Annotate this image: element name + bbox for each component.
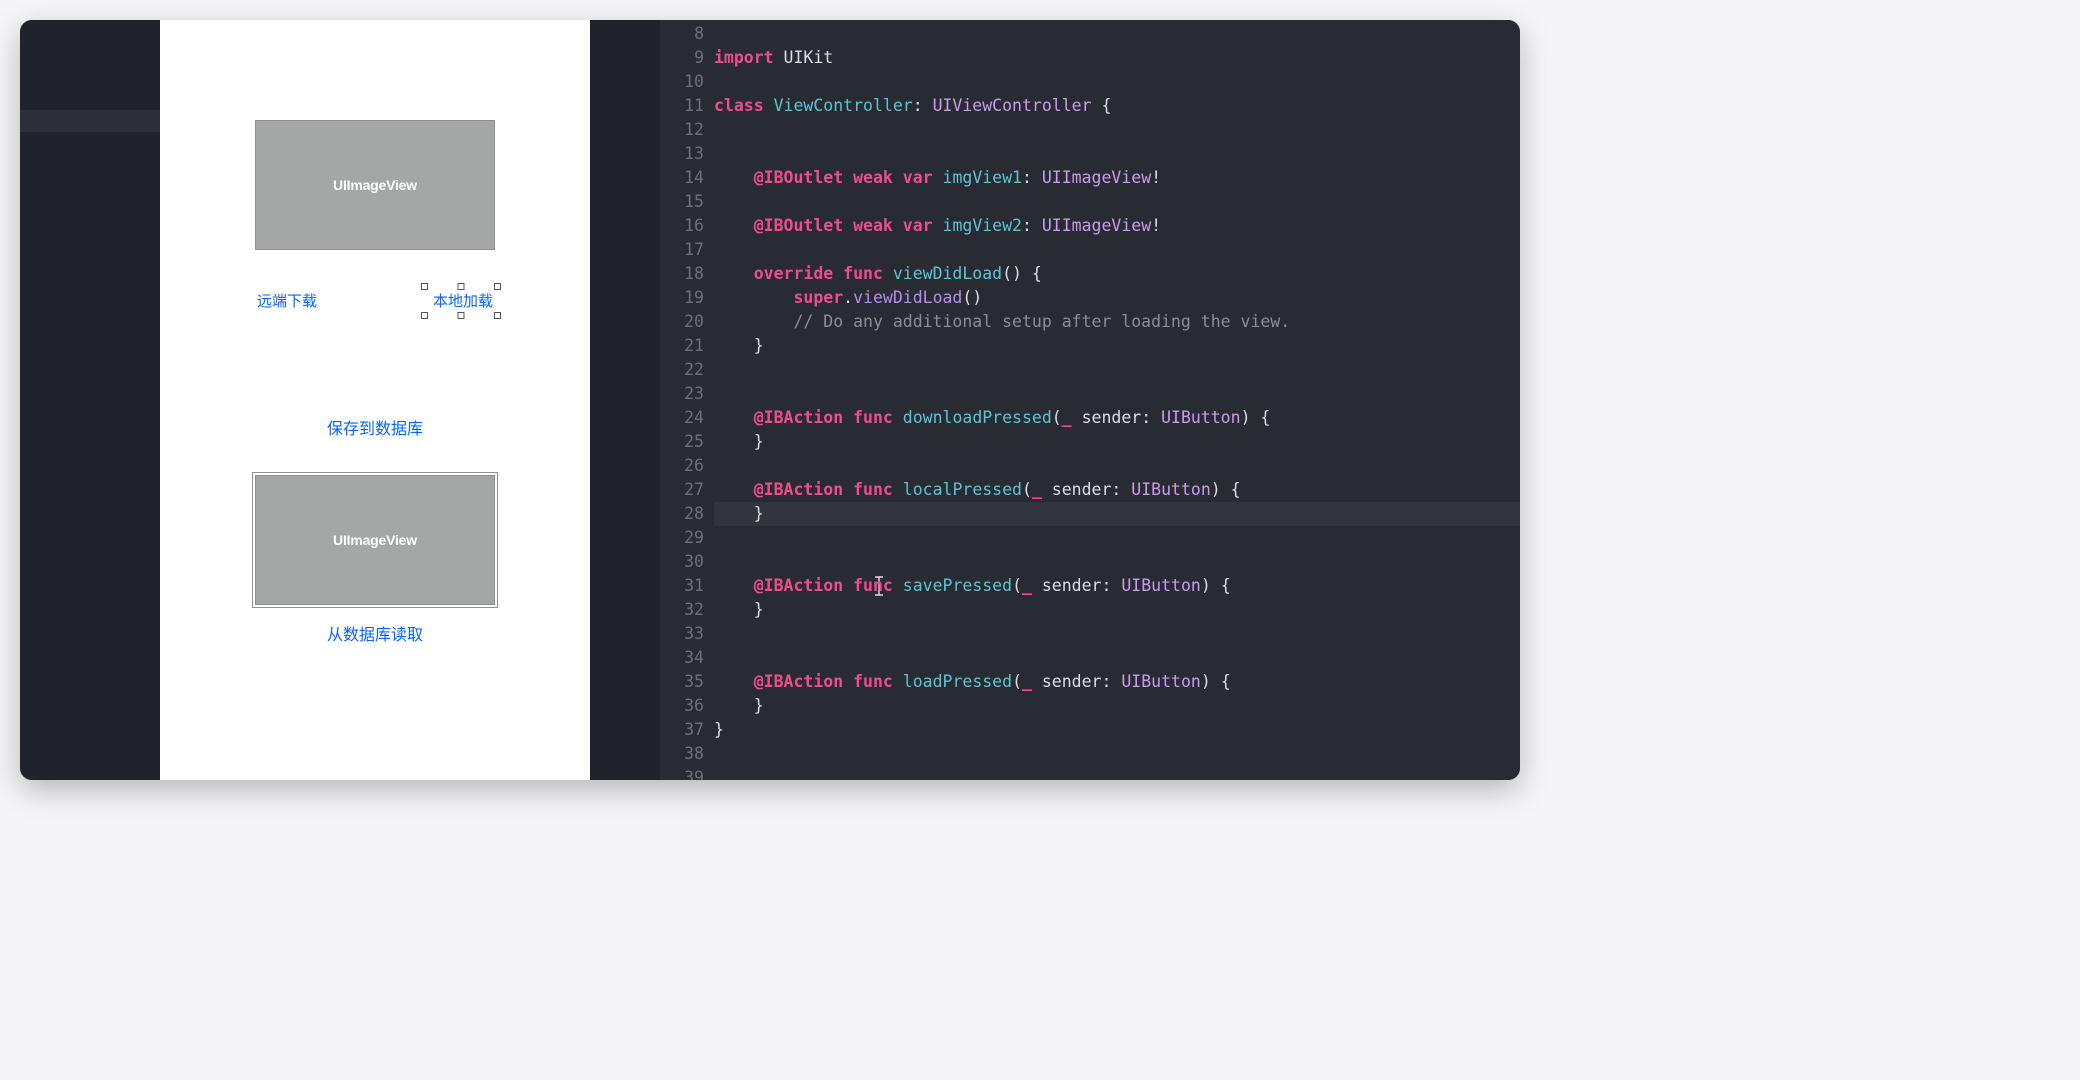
- line-number[interactable]: 34: [660, 646, 704, 670]
- line-number[interactable]: 15: [660, 190, 704, 214]
- line-number[interactable]: 25: [660, 430, 704, 454]
- line-number[interactable]: 24: [660, 406, 704, 430]
- local-load-button[interactable]: 本地加载: [431, 286, 495, 315]
- line-number[interactable]: 14: [660, 166, 704, 190]
- code-line[interactable]: }: [714, 718, 1520, 742]
- line-number[interactable]: 20: [660, 310, 704, 334]
- code-line[interactable]: // Do any additional setup after loading…: [714, 310, 1520, 334]
- line-number[interactable]: 23: [660, 382, 704, 406]
- read-db-button[interactable]: 从数据库读取: [327, 621, 423, 645]
- line-number[interactable]: 38: [660, 742, 704, 766]
- code-line[interactable]: import UIKit: [714, 46, 1520, 70]
- code-line[interactable]: @IBAction func savePressed(_ sender: UIB…: [714, 574, 1520, 598]
- line-number[interactable]: 26: [660, 454, 704, 478]
- code-line[interactable]: [714, 238, 1520, 262]
- line-number[interactable]: 37: [660, 718, 704, 742]
- code-line[interactable]: class ViewController: UIViewController {: [714, 94, 1520, 118]
- code-line[interactable]: super.viewDidLoad(): [714, 286, 1520, 310]
- code-line[interactable]: }: [714, 430, 1520, 454]
- save-db-button[interactable]: 保存到数据库: [327, 415, 423, 439]
- line-number[interactable]: 17: [660, 238, 704, 262]
- code-line[interactable]: [714, 526, 1520, 550]
- code-line[interactable]: [714, 766, 1520, 780]
- line-number[interactable]: 18: [660, 262, 704, 286]
- line-number[interactable]: 22: [660, 358, 704, 382]
- code-line[interactable]: @IBOutlet weak var imgView1: UIImageView…: [714, 166, 1520, 190]
- line-number[interactable]: 29: [660, 526, 704, 550]
- line-number[interactable]: 21: [660, 334, 704, 358]
- code-line[interactable]: [714, 142, 1520, 166]
- download-button[interactable]: 远端下载: [255, 286, 319, 315]
- button-row-1: 远端下载 本地加载: [255, 286, 495, 315]
- line-number[interactable]: 30: [660, 550, 704, 574]
- line-number[interactable]: 10: [660, 70, 704, 94]
- line-number[interactable]: 8: [660, 22, 704, 46]
- line-gutter[interactable]: 8910111213141516171819202122232425262728…: [660, 20, 714, 780]
- uiimageview-2-label: UIImageView: [333, 532, 417, 548]
- uiimageview-2[interactable]: UIImageView: [255, 475, 495, 605]
- code-line[interactable]: [714, 646, 1520, 670]
- line-number[interactable]: 33: [660, 622, 704, 646]
- code-line[interactable]: [714, 622, 1520, 646]
- code-line[interactable]: [714, 358, 1520, 382]
- code-line[interactable]: @IBAction func downloadPressed(_ sender:…: [714, 406, 1520, 430]
- line-number[interactable]: 19: [660, 286, 704, 310]
- xcode-window: → UIImageView 远端下载 本地加载 保存到数据库 UIImageVi…: [20, 20, 1520, 780]
- interface-builder-canvas[interactable]: UIImageView 远端下载 本地加载 保存到数据库 UIImageView…: [160, 20, 590, 780]
- line-number[interactable]: 9: [660, 46, 704, 70]
- line-number[interactable]: 16: [660, 214, 704, 238]
- line-number[interactable]: 12: [660, 118, 704, 142]
- code-line[interactable]: @IBAction func loadPressed(_ sender: UIB…: [714, 670, 1520, 694]
- navigator-panel[interactable]: [20, 20, 160, 780]
- code-line[interactable]: override func viewDidLoad() {: [714, 262, 1520, 286]
- code-line[interactable]: }: [714, 334, 1520, 358]
- code-content[interactable]: import UIKit class ViewController: UIView…: [714, 20, 1520, 780]
- current-line-highlight: [714, 502, 1520, 526]
- code-line[interactable]: [714, 70, 1520, 94]
- line-number[interactable]: 28: [660, 502, 704, 526]
- code-line[interactable]: }: [714, 598, 1520, 622]
- code-line[interactable]: }: [714, 502, 1520, 526]
- code-line[interactable]: [714, 118, 1520, 142]
- line-number[interactable]: 31: [660, 574, 704, 598]
- line-number[interactable]: 36: [660, 694, 704, 718]
- line-number[interactable]: 11: [660, 94, 704, 118]
- code-line[interactable]: @IBOutlet weak var imgView2: UIImageView…: [714, 214, 1520, 238]
- code-line[interactable]: }: [714, 694, 1520, 718]
- code-line[interactable]: [714, 742, 1520, 766]
- line-number[interactable]: 13: [660, 142, 704, 166]
- code-line[interactable]: [714, 550, 1520, 574]
- code-line[interactable]: [714, 382, 1520, 406]
- line-number[interactable]: 39: [660, 766, 704, 780]
- storyboard-content: UIImageView 远端下载 本地加载 保存到数据库 UIImageView…: [160, 120, 590, 665]
- line-number[interactable]: 35: [660, 670, 704, 694]
- uiimageview-1-label: UIImageView: [333, 177, 417, 193]
- code-line[interactable]: @IBAction func localPressed(_ sender: UI…: [714, 478, 1520, 502]
- code-line[interactable]: [714, 454, 1520, 478]
- code-line[interactable]: [714, 190, 1520, 214]
- navigator-selection: [20, 110, 160, 132]
- line-number[interactable]: 32: [660, 598, 704, 622]
- uiimageview-1[interactable]: UIImageView: [255, 120, 495, 250]
- editor-split-gap[interactable]: [590, 20, 660, 780]
- source-editor[interactable]: 8910111213141516171819202122232425262728…: [660, 20, 1520, 780]
- line-number[interactable]: 27: [660, 478, 704, 502]
- code-line[interactable]: [714, 22, 1520, 46]
